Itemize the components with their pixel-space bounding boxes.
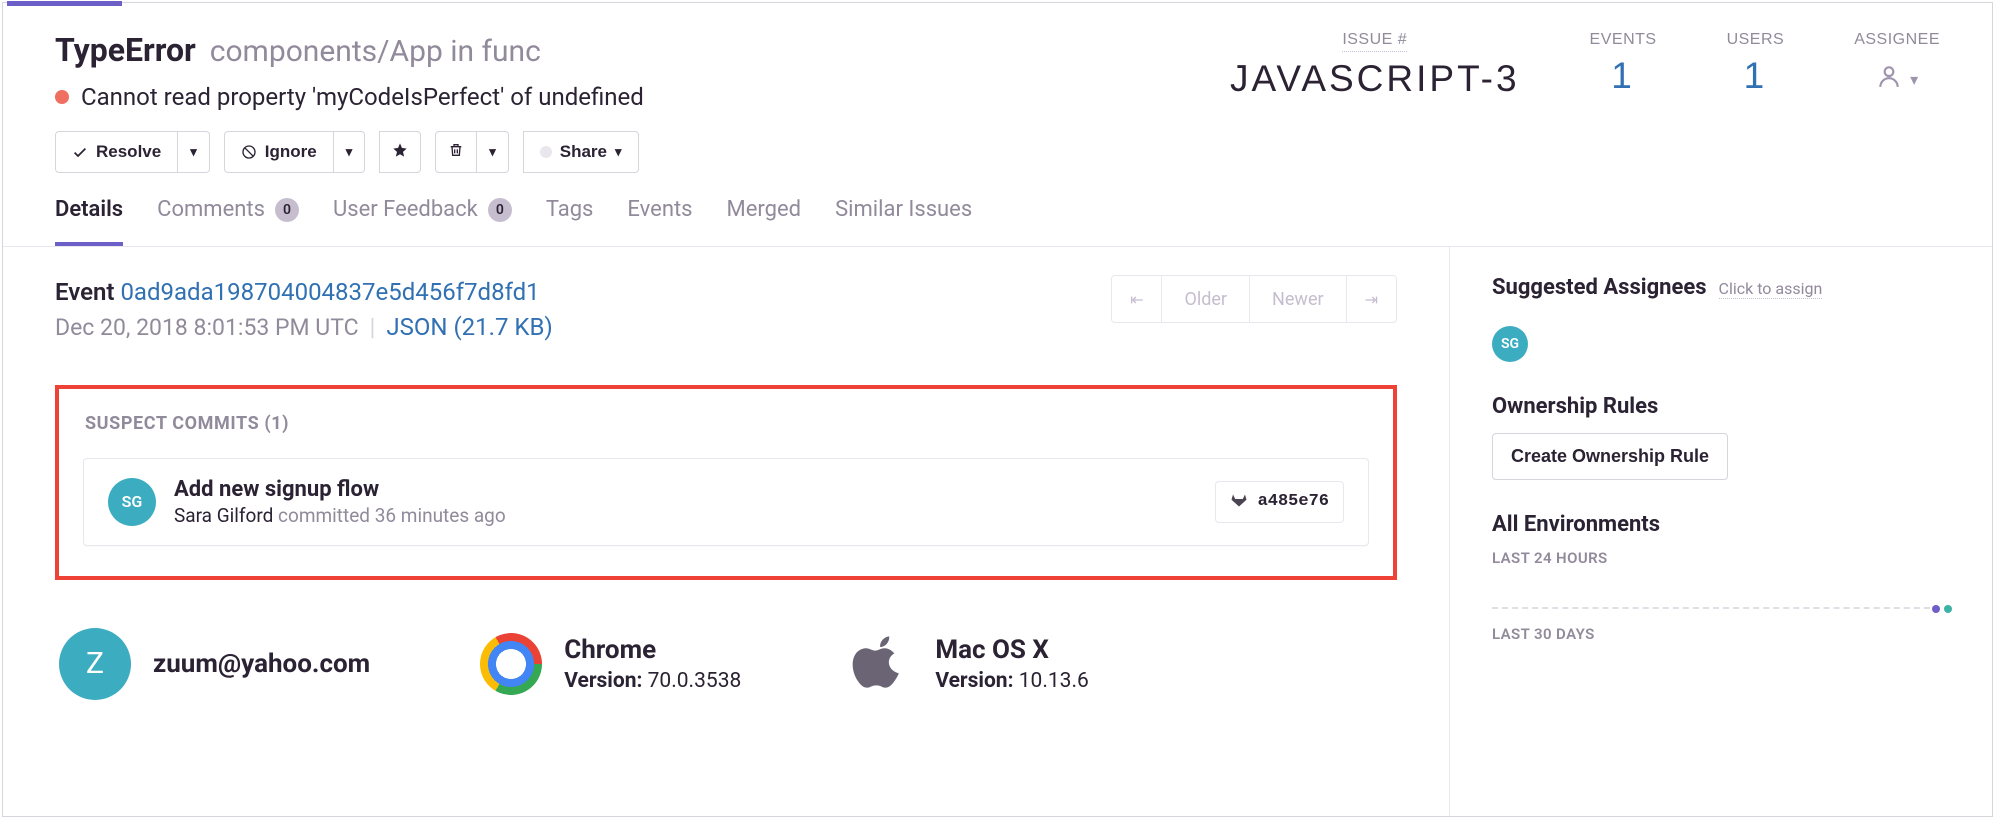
resolve-caret-button[interactable]: ▾ xyxy=(178,131,210,173)
last-24-hours-label: LAST 24 HOURS xyxy=(1492,549,1950,567)
commit-time: 36 minutes ago xyxy=(375,504,506,527)
users-count-value[interactable]: 1 xyxy=(1744,55,1768,97)
event-json-link[interactable]: JSON (21.7 KB) xyxy=(386,313,552,341)
sparkline-placeholder xyxy=(1492,607,1950,609)
ignore-caret-button[interactable]: ▾ xyxy=(334,131,366,173)
user-feedback-count-badge: 0 xyxy=(488,198,512,222)
context-browser[interactable]: Chrome Version: 70.0.3538 xyxy=(480,633,741,695)
error-location: components/App in func xyxy=(210,34,541,69)
tab-comments[interactable]: Comments 0 xyxy=(157,197,299,246)
suspect-commits-section: SUSPECT COMMITS (1) SG Add new signup fl… xyxy=(55,385,1397,580)
tab-events[interactable]: Events xyxy=(627,197,692,246)
event-timestamp: Dec 20, 2018 8:01:53 PM UTC xyxy=(55,314,359,341)
events-count-value[interactable]: 1 xyxy=(1611,55,1635,97)
chevron-down-icon: ▾ xyxy=(346,144,353,160)
context-browser-version: 70.0.3538 xyxy=(648,669,742,693)
event-newer-button[interactable]: Newer xyxy=(1249,276,1346,322)
assignee-picker[interactable]: ▾ xyxy=(1876,63,1918,96)
commit-card[interactable]: SG Add new signup flow Sara Gilford comm… xyxy=(83,458,1369,546)
tab-comments-label: Comments xyxy=(157,197,265,222)
event-first-button[interactable]: ⇤ xyxy=(1112,276,1161,322)
event-older-button[interactable]: Older xyxy=(1161,276,1249,322)
delete-button[interactable] xyxy=(435,131,477,173)
trash-icon xyxy=(448,142,464,163)
context-os-name: Mac OS X xyxy=(935,635,1089,665)
ignore-label: Ignore xyxy=(265,142,317,162)
tab-merged[interactable]: Merged xyxy=(727,197,802,246)
suggested-assignees-hint: Click to assign xyxy=(1719,279,1823,299)
user-icon xyxy=(1876,63,1902,96)
skip-first-icon: ⇤ xyxy=(1130,290,1143,309)
commit-sha-link[interactable]: a485e76 xyxy=(1215,481,1344,523)
error-level-dot xyxy=(55,90,69,104)
comments-count-badge: 0 xyxy=(275,198,299,222)
tab-tags-label: Tags xyxy=(546,197,594,222)
error-type: TypeError xyxy=(55,31,196,69)
avatar: Z xyxy=(59,628,131,700)
avatar: SG xyxy=(108,478,156,526)
event-id-link[interactable]: 0ad9ada198704004837e5d456f7d8fd1 xyxy=(120,278,539,306)
ownership-rules-heading: Ownership Rules xyxy=(1492,394,1950,419)
skip-last-icon: ⇥ xyxy=(1365,290,1378,309)
gitlab-icon xyxy=(1230,490,1248,514)
context-os-version-label: Version: xyxy=(935,669,1013,693)
apple-icon xyxy=(851,633,913,695)
tab-user-feedback-label: User Feedback xyxy=(333,197,478,222)
commit-author[interactable]: Sara Gilford xyxy=(174,504,273,527)
users-count-label: USERS xyxy=(1727,31,1785,49)
tab-details-label: Details xyxy=(55,197,123,222)
share-button[interactable]: Share ▾ xyxy=(523,131,639,173)
separator: | xyxy=(370,313,376,341)
last-30-days-label: LAST 30 DAYS xyxy=(1492,625,1950,643)
create-ownership-rule-button[interactable]: Create Ownership Rule xyxy=(1492,433,1728,480)
error-message: Cannot read property 'myCodeIsPerfect' o… xyxy=(81,83,644,111)
commit-title: Add new signup flow xyxy=(174,477,506,502)
delete-caret-button[interactable]: ▾ xyxy=(477,131,509,173)
event-label: Event xyxy=(55,278,114,306)
tab-tags[interactable]: Tags xyxy=(546,197,594,246)
ignore-button[interactable]: Ignore xyxy=(224,131,334,173)
chevron-down-icon: ▾ xyxy=(190,144,197,160)
context-browser-version-label: Version: xyxy=(564,669,642,693)
chevron-down-icon: ▾ xyxy=(489,144,496,160)
suggested-assignees-title: Suggested Assignees xyxy=(1492,275,1707,300)
event-last-button[interactable]: ⇥ xyxy=(1346,276,1396,322)
tab-user-feedback[interactable]: User Feedback 0 xyxy=(333,197,512,246)
chrome-icon xyxy=(480,633,542,695)
tab-events-label: Events xyxy=(627,197,692,222)
share-label: Share xyxy=(560,142,607,162)
ban-icon xyxy=(241,144,257,160)
share-status-dot xyxy=(540,146,552,158)
resolve-button[interactable]: Resolve xyxy=(55,131,178,173)
environments-heading[interactable]: All Environments xyxy=(1492,512,1950,537)
issue-number-value: JAVASCRIPT-3 xyxy=(1230,58,1520,100)
event-nav: ⇤ Older Newer ⇥ xyxy=(1111,275,1397,323)
tab-merged-label: Merged xyxy=(727,197,802,222)
commit-action: committed xyxy=(273,504,374,527)
events-count-label: EVENTS xyxy=(1590,31,1657,49)
chevron-down-icon: ▾ xyxy=(615,144,622,160)
suggested-assignee-avatar[interactable]: SG xyxy=(1492,326,1528,362)
check-icon xyxy=(72,144,88,160)
suspect-commits-title: SUSPECT COMMITS (1) xyxy=(83,413,1369,434)
context-user-email: zuum@yahoo.com xyxy=(153,649,370,679)
resolve-label: Resolve xyxy=(96,142,161,162)
context-user[interactable]: Z zuum@yahoo.com xyxy=(59,628,370,700)
star-icon xyxy=(392,142,408,163)
suggested-assignees-heading: Suggested Assignees Click to assign xyxy=(1492,275,1950,300)
context-browser-name: Chrome xyxy=(564,635,741,665)
context-os[interactable]: Mac OS X Version: 10.13.6 xyxy=(851,633,1089,695)
assignee-label: ASSIGNEE xyxy=(1854,31,1940,49)
bookmark-button[interactable] xyxy=(379,131,421,173)
chevron-down-icon: ▾ xyxy=(1910,70,1918,90)
commit-sha: a485e76 xyxy=(1258,492,1329,511)
issue-number-label: ISSUE # xyxy=(1342,31,1407,52)
context-os-version: 10.13.6 xyxy=(1019,669,1089,693)
tab-similar-issues[interactable]: Similar Issues xyxy=(835,197,972,246)
tab-similar-label: Similar Issues xyxy=(835,197,972,222)
tab-details[interactable]: Details xyxy=(55,197,123,246)
